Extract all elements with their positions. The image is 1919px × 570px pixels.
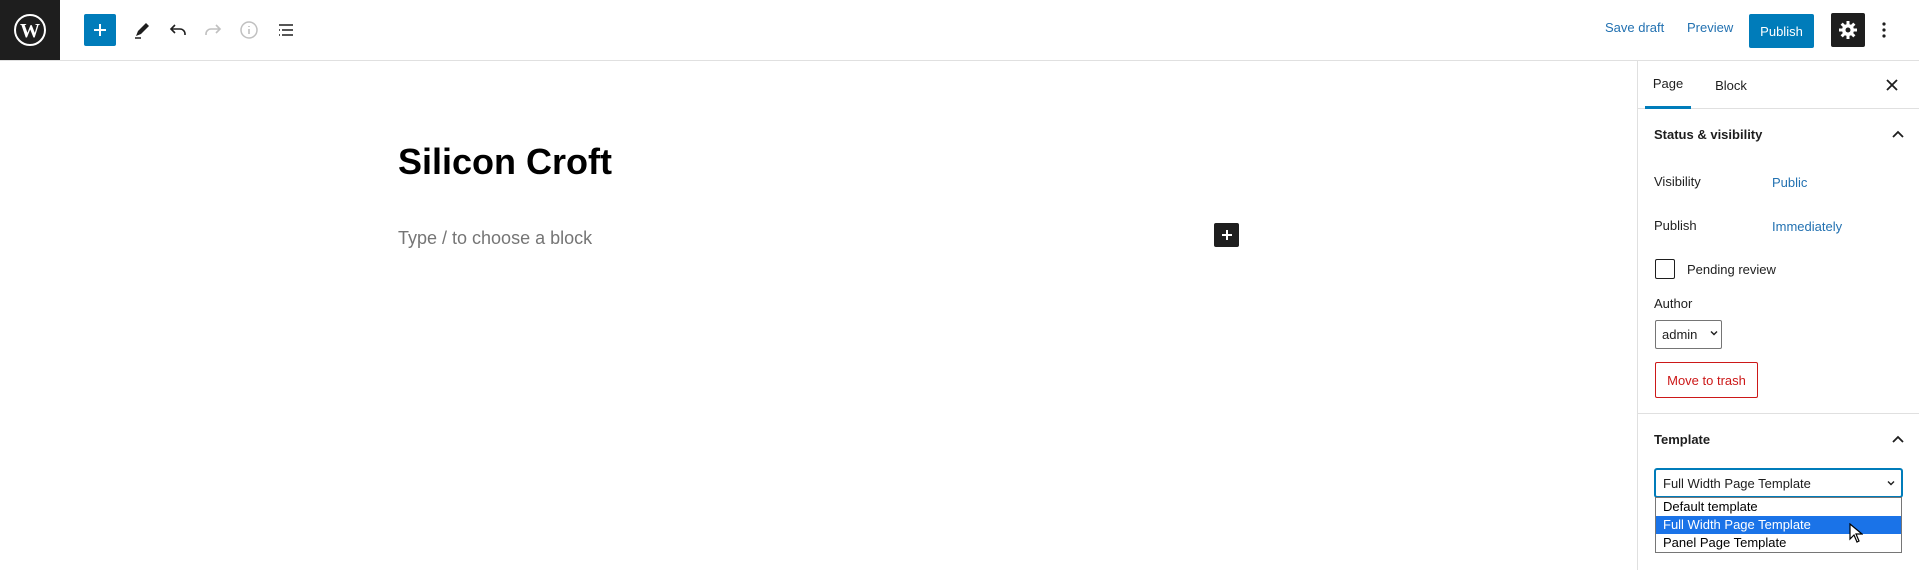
- chevron-down-icon: [1887, 481, 1895, 486]
- pencil-icon: [135, 23, 149, 39]
- publish-date-toggle[interactable]: Immediately: [1772, 219, 1842, 234]
- template-select[interactable]: Full Width Page Template: [1655, 469, 1902, 497]
- list-view-button[interactable]: [270, 14, 302, 46]
- undo-button[interactable]: [162, 14, 194, 46]
- publish-label: Publish: [1654, 218, 1697, 233]
- chevron-down-icon: [1710, 331, 1718, 336]
- tools-button[interactable]: [126, 14, 158, 46]
- pending-review-checkbox[interactable]: [1655, 259, 1675, 279]
- redo-icon: [205, 24, 222, 35]
- settings-sidebar: Page Block Status & visibility Visibilit…: [1637, 61, 1919, 570]
- template-option-default[interactable]: Default template: [1656, 498, 1901, 516]
- template-dropdown-list: Default template Full Width Page Templat…: [1655, 497, 1902, 553]
- details-button[interactable]: [233, 14, 265, 46]
- add-block-button[interactable]: [84, 14, 116, 46]
- plus-icon: [94, 24, 106, 36]
- chevron-up-icon: [1892, 130, 1904, 138]
- undo-icon: [169, 24, 186, 35]
- chevron-up-icon: [1892, 435, 1904, 443]
- visibility-label: Visibility: [1654, 174, 1701, 189]
- tab-page[interactable]: Page: [1645, 61, 1691, 109]
- sidebar-tabs: Page Block: [1638, 61, 1919, 109]
- close-icon: [1886, 79, 1898, 91]
- wordpress-logo-button[interactable]: W: [0, 0, 60, 60]
- template-panel-title: Template: [1654, 432, 1711, 447]
- gear-icon: [1839, 21, 1857, 39]
- post-title[interactable]: Silicon Croft: [398, 141, 612, 183]
- block-placeholder[interactable]: Type / to choose a block: [398, 228, 592, 249]
- visibility-toggle[interactable]: Public: [1772, 175, 1807, 190]
- inline-add-block-button[interactable]: [1214, 223, 1239, 247]
- close-sidebar-button[interactable]: [1882, 75, 1902, 95]
- author-label: Author: [1654, 296, 1693, 311]
- svg-text:W: W: [20, 20, 40, 42]
- template-option-full-width[interactable]: Full Width Page Template: [1656, 516, 1901, 534]
- redo-button[interactable]: [197, 14, 229, 46]
- mouse-cursor-icon: [1849, 523, 1863, 543]
- editor-canvas: Silicon Croft Type / to choose a block: [0, 61, 1637, 570]
- template-selected-value: Full Width Page Template: [1663, 476, 1811, 491]
- status-panel-toggle[interactable]: Status & visibility: [1638, 109, 1919, 161]
- tab-block[interactable]: Block: [1706, 61, 1756, 109]
- settings-button[interactable]: [1831, 13, 1865, 47]
- author-value: admin: [1662, 327, 1698, 342]
- pending-review-label[interactable]: Pending review: [1687, 262, 1776, 277]
- move-to-trash-button[interactable]: Move to trash: [1655, 362, 1758, 398]
- template-panel-toggle[interactable]: Template: [1638, 414, 1919, 466]
- more-options-button[interactable]: [1876, 14, 1892, 46]
- vertical-ellipsis-icon: [1882, 22, 1886, 38]
- list-view-icon: [279, 24, 293, 36]
- preview-button[interactable]: Preview: [1687, 20, 1733, 35]
- status-panel-title: Status & visibility: [1654, 127, 1763, 142]
- editor-header: W Save draft Preview Publish: [0, 0, 1919, 61]
- wordpress-icon: W: [14, 14, 46, 46]
- info-icon: [240, 21, 258, 39]
- plus-icon: [1221, 230, 1232, 240]
- save-draft-button[interactable]: Save draft: [1605, 20, 1664, 35]
- author-select[interactable]: admin: [1655, 320, 1722, 349]
- publish-button[interactable]: Publish: [1749, 14, 1814, 48]
- template-option-panel[interactable]: Panel Page Template: [1656, 534, 1901, 552]
